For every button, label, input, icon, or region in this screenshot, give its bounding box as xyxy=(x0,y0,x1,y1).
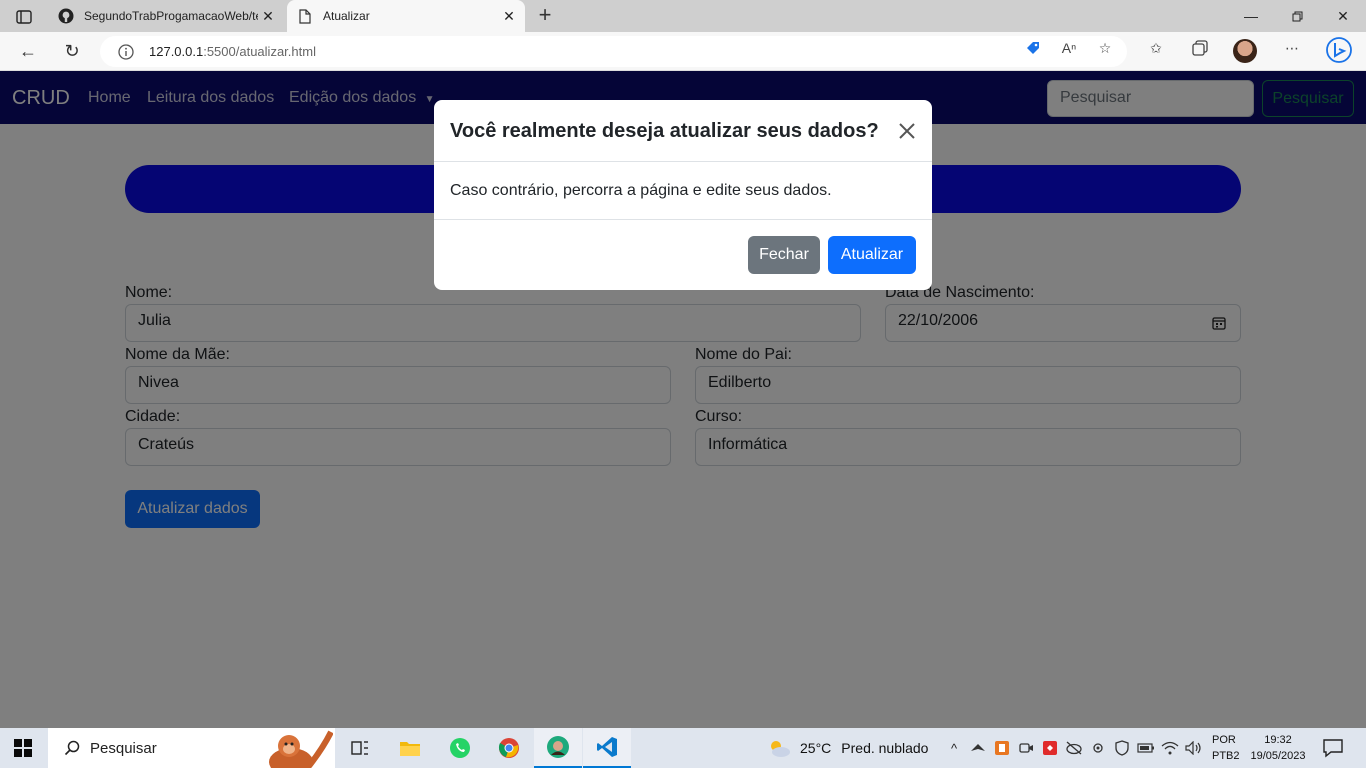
input-language[interactable]: POR PTB2 xyxy=(1212,732,1240,764)
url-text: 127.0.0.1:5500/atualizar.html xyxy=(149,44,316,59)
back-arrow-icon[interactable]: ← xyxy=(14,38,42,64)
more-options-icon[interactable]: ⋯ xyxy=(1282,39,1302,57)
favorites-icon[interactable]: ✩ xyxy=(1146,39,1166,57)
info-icon[interactable] xyxy=(117,43,135,61)
task-view-icon[interactable] xyxy=(336,728,384,768)
system-clock[interactable]: 19:32 19/05/2023 xyxy=(1248,732,1308,764)
battery-icon[interactable] xyxy=(1137,738,1155,758)
meet-icon[interactable] xyxy=(1017,738,1035,758)
tab-title: SegundoTrabProgamacaoWeb/te xyxy=(84,9,258,23)
tray-app-icon[interactable] xyxy=(969,738,987,758)
browser-tab-strip: SegundoTrabProgamacaoWeb/te ✕ Atualizar … xyxy=(0,0,1366,32)
tray-orange-icon[interactable] xyxy=(993,738,1011,758)
cloud-offline-icon[interactable] xyxy=(1065,738,1083,758)
vscode-icon[interactable] xyxy=(583,728,631,768)
wifi-icon[interactable] xyxy=(1161,738,1179,758)
chevron-up-icon[interactable]: ^ xyxy=(945,738,963,758)
reload-icon[interactable]: ↻ xyxy=(58,38,86,64)
restore-icon[interactable] xyxy=(1274,0,1320,32)
search-icon xyxy=(62,740,82,756)
atualizar-button[interactable]: Atualizar xyxy=(828,236,916,274)
tab-actions-icon[interactable] xyxy=(10,6,38,28)
confirm-modal: Você realmente deseja atualizar seus dad… xyxy=(434,100,932,290)
fechar-button[interactable]: Fechar xyxy=(748,236,820,274)
modal-footer: Fechar Atualizar xyxy=(434,219,932,290)
lang-line1: POR xyxy=(1212,734,1236,746)
page: CRUD Home Leitura dos dados Edição dos d… xyxy=(0,71,1366,728)
weather-condition: Pred. nublado xyxy=(841,740,929,756)
github-icon xyxy=(58,8,74,24)
taskbar: Pesquisar 25°C Pred. nublado ^ POR PTB2 … xyxy=(0,728,1366,768)
collections-icon[interactable] xyxy=(1190,39,1210,57)
add-favorite-icon[interactable]: ☆ xyxy=(1095,39,1115,57)
new-tab-button[interactable]: + xyxy=(534,3,556,29)
profile-avatar[interactable] xyxy=(1233,39,1257,63)
security-shield-icon[interactable] xyxy=(1113,738,1131,758)
taskbar-search[interactable]: Pesquisar xyxy=(48,728,335,768)
windows-start-icon[interactable] xyxy=(14,739,32,757)
url-path: :5500/atualizar.html xyxy=(203,44,316,59)
orangutan-illustration xyxy=(269,730,333,768)
browser-tab-atualizar[interactable]: Atualizar ✕ xyxy=(287,0,525,32)
clock-time: 19:32 xyxy=(1264,734,1292,746)
modal-body-text: Caso contrário, percorra a página e edit… xyxy=(450,182,832,199)
file-explorer-icon[interactable] xyxy=(386,728,434,768)
tab-title: Atualizar xyxy=(323,9,370,23)
shopping-tag-icon[interactable] xyxy=(1023,39,1043,57)
browser-tab-github[interactable]: SegundoTrabProgamacaoWeb/te ✕ xyxy=(48,0,284,32)
browser-toolbar: ← ↻ 127.0.0.1:5500/atualizar.html Aⁿ ☆ ✩… xyxy=(0,32,1366,71)
volume-icon[interactable] xyxy=(1185,738,1203,758)
page-icon xyxy=(297,8,313,24)
window-close-icon[interactable]: ✕ xyxy=(1320,0,1366,32)
partly-cloudy-icon xyxy=(771,741,790,757)
chrome-icon[interactable] xyxy=(485,728,533,768)
modal-header: Você realmente deseja atualizar seus dad… xyxy=(434,100,932,162)
weather-temp: 25°C xyxy=(800,740,832,756)
clock-date: 19/05/2023 xyxy=(1250,750,1306,762)
url-host: 127.0.0.1 xyxy=(149,44,204,59)
minimize-icon[interactable]: — xyxy=(1228,0,1274,32)
edge-profile-app-icon[interactable] xyxy=(534,728,582,768)
read-aloud-icon[interactable]: Aⁿ xyxy=(1059,39,1079,57)
whatsapp-icon[interactable] xyxy=(436,728,484,768)
close-icon[interactable]: ✕ xyxy=(499,8,519,25)
modal-title: Você realmente deseja atualizar seus dad… xyxy=(450,120,879,142)
tray-sun-icon[interactable] xyxy=(1089,738,1107,758)
weather-widget[interactable]: 25°C Pred. nublado xyxy=(766,738,928,758)
tray-red-icon[interactable] xyxy=(1041,738,1059,758)
address-bar[interactable]: 127.0.0.1:5500/atualizar.html xyxy=(100,36,1127,67)
bing-copilot-icon[interactable] xyxy=(1326,37,1352,63)
taskbar-search-label: Pesquisar xyxy=(90,739,157,757)
close-icon[interactable]: ✕ xyxy=(258,8,278,25)
lang-line2: PTB2 xyxy=(1212,750,1240,762)
close-icon[interactable] xyxy=(898,122,916,140)
notification-icon[interactable] xyxy=(1322,738,1344,758)
